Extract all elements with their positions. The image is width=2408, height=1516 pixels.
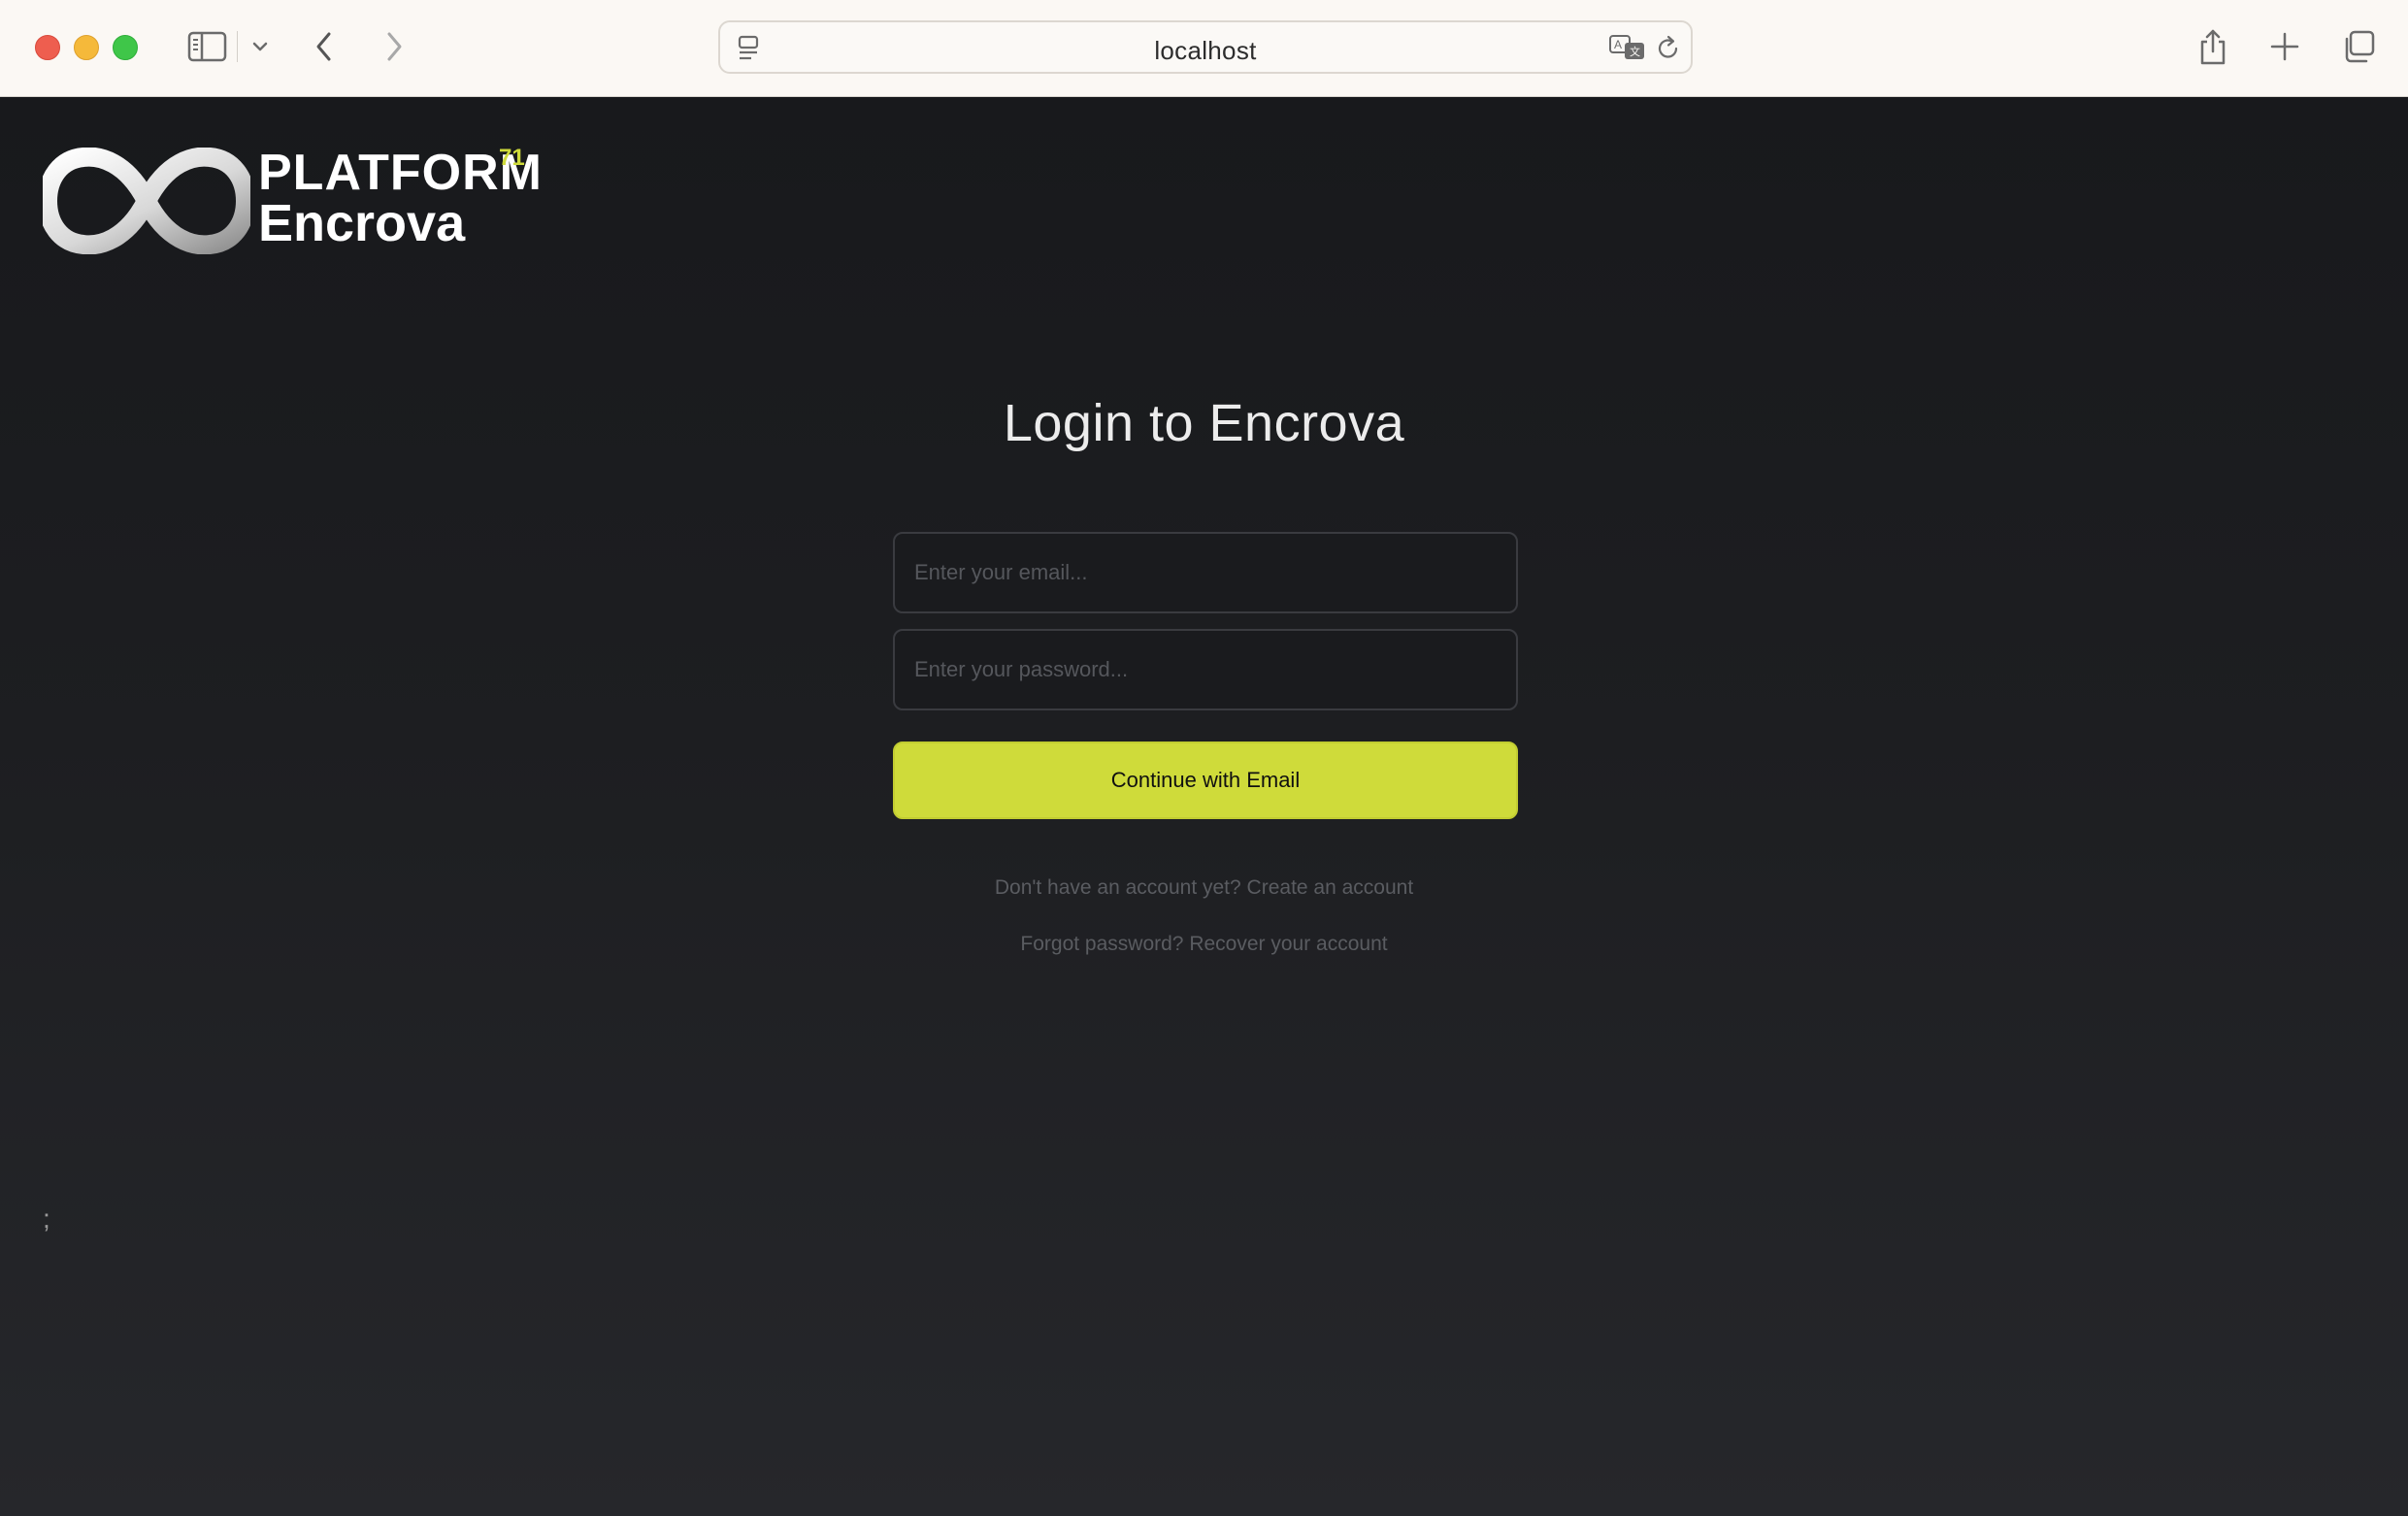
email-field[interactable] [893,532,1518,613]
reload-icon[interactable] [1652,32,1685,65]
back-arrow-icon[interactable] [301,23,347,70]
forward-arrow-icon[interactable] [371,23,417,70]
stray-text: ; [43,1203,50,1234]
signup-prompt: Don't have an account yet? Create an acc… [0,876,2408,900]
share-icon[interactable] [2190,23,2236,70]
browser-toolbar: localhost A文 [0,0,2408,97]
translate-icon[interactable]: A文 [1607,32,1648,65]
svg-text:A: A [1614,38,1622,51]
forgot-password-prompt: Forgot password? Recover your account [0,933,2408,956]
password-field[interactable] [893,629,1518,710]
continue-with-email-button[interactable]: Continue with Email [893,742,1518,819]
plus-icon[interactable] [2261,23,2308,70]
sidebar-icon[interactable] [184,23,231,70]
page-title: Login to Encrova [1003,394,1405,452]
infinity-logo-icon [43,148,250,254]
tab-overview-icon[interactable] [2335,23,2382,70]
logo-brand-text: Encrova [258,194,466,252]
signup-prompt-text: Don't have an account yet? [994,876,1241,899]
close-window-button[interactable] [35,35,60,60]
svg-text:文: 文 [1630,45,1640,58]
minimize-window-button[interactable] [74,35,99,60]
url-text: localhost [1154,36,1257,65]
forgot-password-text: Forgot password? [1020,933,1184,955]
login-page: PLATFORM 71 Encrova Login to Encrova Con… [0,97,2408,1516]
zoom-window-button[interactable] [113,35,138,60]
logo-superscript: 71 [499,145,525,171]
chevron-down-icon[interactable] [237,23,283,70]
create-account-link[interactable]: Create an account [1247,876,1414,899]
recover-account-link[interactable]: Recover your account [1189,933,1387,955]
address-bar[interactable]: localhost A文 [718,20,1693,74]
